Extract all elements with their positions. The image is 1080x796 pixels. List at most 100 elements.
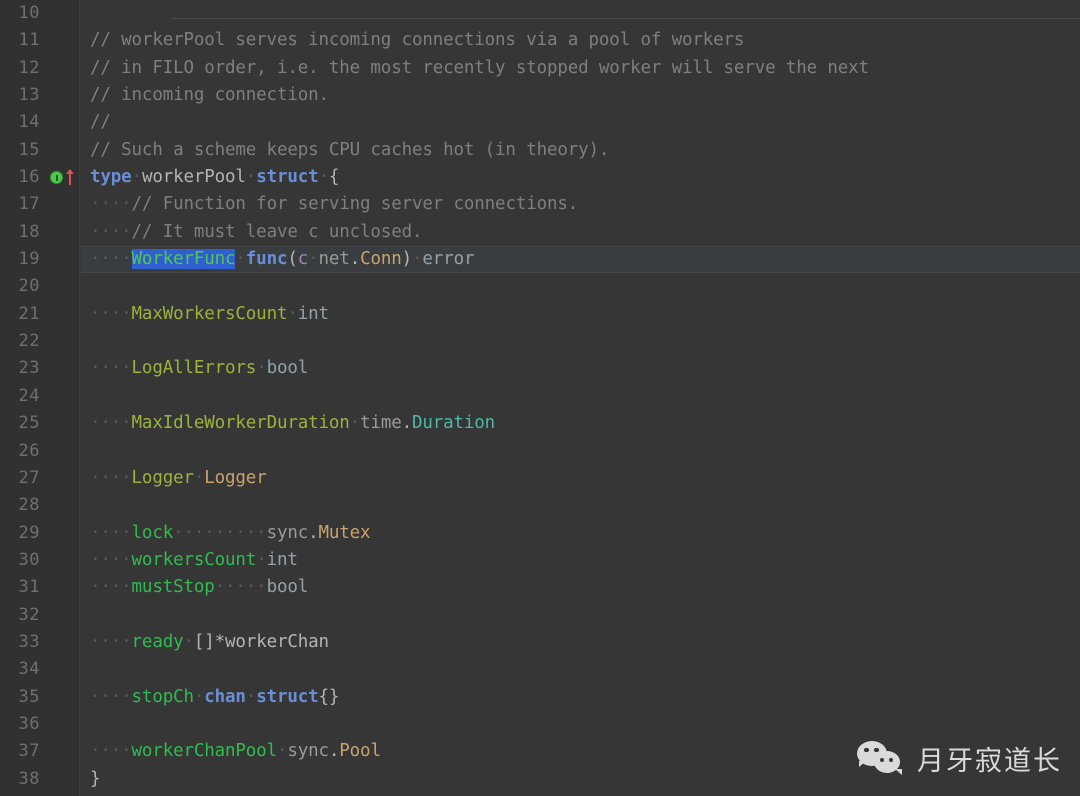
gutter-row[interactable]: 37 [0,738,79,765]
code-line[interactable]: ····stopCh·chan·struct{} [81,684,1080,711]
code-token-ws: · [318,167,330,188]
gutter-row[interactable]: 30 [0,547,79,574]
code-line[interactable]: ····MaxWorkersCount·int [81,301,1080,328]
code-line[interactable] [81,602,1080,629]
code-line[interactable]: type·workerPool·struct·{ [81,164,1080,191]
code-token-ws: ········· [173,522,267,543]
code-line[interactable]: // [81,109,1080,136]
gutter-row[interactable]: 17 [0,191,79,218]
editor-gutter[interactable]: 10 11 12 13 14 15 16 17 18 19 20 21 22 23 24 25 26 27 28 29… [0,0,80,796]
code-line[interactable] [81,492,1080,519]
gutter-row[interactable]: 11 [0,27,79,54]
gutter-row[interactable]: 24 [0,383,79,410]
gutter-row[interactable]: 38 [0,766,79,793]
line-number: 36 [18,713,40,734]
gutter-row[interactable]: 25 [0,410,79,437]
line-number: 11 [18,30,40,51]
code-token-pkg: net [318,249,350,270]
gutter-row[interactable]: 15 [0,137,79,164]
gutter-row[interactable]: 34 [0,656,79,683]
code-token-field-pub: MaxWorkersCount [131,303,288,324]
code-token-field: lock [131,522,174,543]
code-token-ws: · [245,167,257,188]
code-line-text: // incoming connection. [81,82,329,109]
gutter-row[interactable]: 16 [0,164,79,191]
gutter-row[interactable]: 19 [0,246,79,273]
line-number: 19 [18,249,40,270]
code-line[interactable]: // incoming connection. [81,82,1080,109]
code-line-text: ····mustStop·····bool [81,574,308,601]
code-token-kw: type [90,167,132,188]
code-token-ws: ···· [90,631,132,652]
code-editor[interactable]: 10 11 12 13 14 15 16 17 18 19 20 21 22 23 24 25 26 27 28 29… [0,0,1080,796]
gutter-row[interactable]: 10 [0,0,79,27]
code-line-text: // [81,109,111,136]
line-number: 16 [18,167,40,188]
code-line[interactable]: ····LogAllErrors·bool [81,355,1080,382]
code-line[interactable]: // Such a scheme keeps CPU caches hot (i… [81,137,1080,164]
code-token-kw: func [245,249,288,270]
editor-code-area[interactable]: // workerPool serves incoming connection… [81,0,1080,796]
gutter-row[interactable]: 35 [0,684,79,711]
gutter-row[interactable]: 27 [0,465,79,492]
gutter-row[interactable]: 31 [0,574,79,601]
line-number: 32 [18,604,40,625]
interface-implemented-icon[interactable] [50,171,63,185]
code-line[interactable]: ····MaxIdleWorkerDuration·time.Duration [81,410,1080,437]
gutter-row[interactable]: 20 [0,273,79,300]
overridden-up-arrow-icon[interactable] [65,169,75,186]
code-line-text: ····stopCh·chan·struct{} [81,684,339,711]
code-line[interactable]: ····ready·[]*workerChan [81,629,1080,656]
gutter-row[interactable]: 26 [0,438,79,465]
gutter-row[interactable]: 13 [0,82,79,109]
code-line[interactable] [81,656,1080,683]
code-token-ws: · [256,358,267,379]
gutter-row[interactable]: 23 [0,355,79,382]
code-line[interactable] [81,328,1080,355]
code-line[interactable] [81,0,1080,27]
line-number: 12 [18,57,40,78]
gutter-row[interactable]: 18 [0,219,79,246]
gutter-row[interactable]: 33 [0,629,79,656]
code-token-kw: struct [256,167,319,188]
code-token-comment: // in FILO order, i.e. the most recently… [90,57,869,78]
code-line[interactable]: ····workerChanPool·sync.Pool [81,738,1080,765]
code-line-text: ····MaxIdleWorkerDuration·time.Duration [81,410,495,437]
code-token-comment: // [90,112,111,133]
gutter-row[interactable]: 36 [0,711,79,738]
code-line[interactable] [81,711,1080,738]
gutter-marker-group[interactable] [50,164,75,191]
code-line[interactable]: // workerPool serves incoming connection… [81,27,1080,54]
code-token-ws: ···· [90,549,132,570]
code-line[interactable]: ····WorkerFunc·func(c·net.Conn)·error [81,246,1080,274]
code-line[interactable] [81,438,1080,465]
code-line[interactable]: ····workersCount·int [81,547,1080,574]
line-number: 34 [18,659,40,680]
gutter-row[interactable]: 12 [0,55,79,82]
gutter-row[interactable]: 14 [0,109,79,136]
gutter-row[interactable]: 22 [0,328,79,355]
code-line[interactable]: ····lock·········sync.Mutex [81,520,1080,547]
code-line-text: ····ready·[]*workerChan [81,629,329,656]
code-line[interactable] [81,383,1080,410]
gutter-row[interactable]: 32 [0,602,79,629]
line-number: 18 [18,221,40,242]
code-line[interactable]: ····mustStop·····bool [81,574,1080,601]
gutter-row[interactable]: 29 [0,520,79,547]
code-line[interactable]: // in FILO order, i.e. the most recently… [81,55,1080,82]
code-line[interactable] [81,273,1080,300]
gutter-row[interactable]: 21 [0,301,79,328]
code-token-ws: · [193,686,205,707]
code-line[interactable]: ····Logger·Logger [81,465,1080,492]
code-line-text: // workerPool serves incoming connection… [81,27,744,54]
code-line[interactable]: } [81,766,1080,793]
line-number: 28 [18,495,40,516]
gutter-row[interactable]: 28 [0,492,79,519]
code-line[interactable]: ····// Function for serving server conne… [81,191,1080,218]
code-token-plain: } [90,768,101,789]
code-token-ws: ···· [90,467,132,488]
code-line[interactable]: ····// It must leave c unclosed. [81,219,1080,246]
line-number: 23 [18,358,40,379]
